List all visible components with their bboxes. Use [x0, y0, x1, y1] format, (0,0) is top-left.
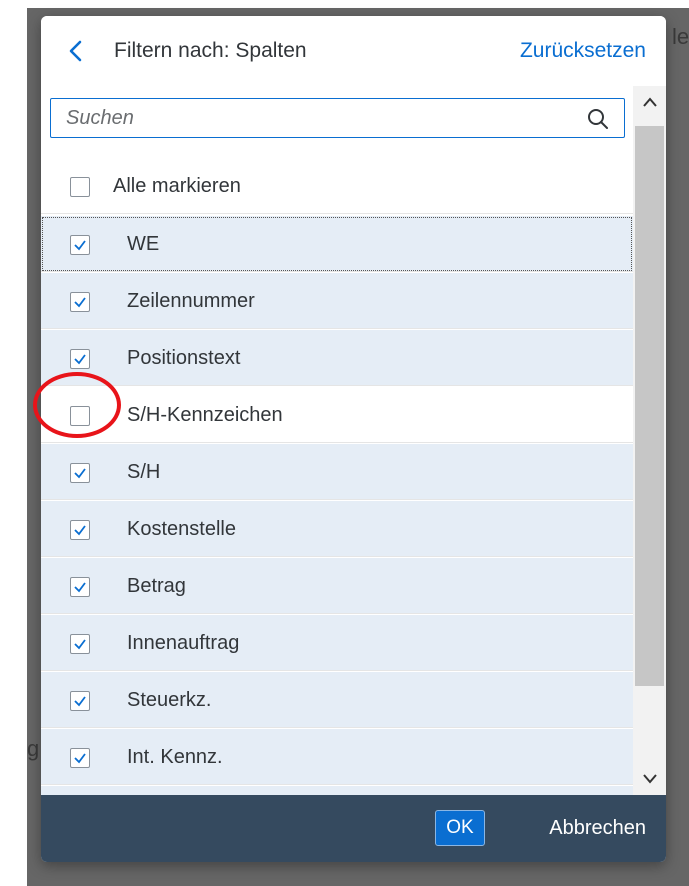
list-item[interactable]: WE: [41, 216, 633, 272]
item-checkbox[interactable]: [70, 349, 90, 369]
list-item[interactable]: Kostenstelle: [41, 501, 633, 557]
ok-button[interactable]: OK: [435, 810, 485, 846]
item-label: S/H: [127, 461, 161, 483]
item-label: Positionstext: [127, 347, 241, 369]
item-label: Innenauftrag: [127, 632, 240, 654]
item-checkbox[interactable]: [70, 406, 90, 426]
checkmark-icon: [74, 297, 86, 308]
item-label: Betrag: [127, 575, 186, 597]
checkmark-icon: [74, 753, 86, 764]
chevron-down-icon[interactable]: [641, 769, 659, 787]
search-icon[interactable]: [586, 107, 610, 131]
checkmark-icon: [74, 354, 86, 365]
select-all-label: Alle markieren: [113, 175, 241, 197]
background-text-fragment: g: [27, 736, 40, 761]
item-label: WE: [127, 233, 160, 255]
list-item[interactable]: Int. Kennz.: [41, 729, 633, 785]
list-item[interactable]: [41, 786, 633, 795]
chevron-left-icon: [69, 40, 82, 62]
select-all-item[interactable]: Alle markieren: [41, 158, 633, 214]
search-field: [50, 98, 625, 138]
list-item[interactable]: S/H: [41, 444, 633, 500]
item-checkbox[interactable]: [70, 292, 90, 312]
checkmark-icon: [74, 240, 86, 251]
chevron-up-icon[interactable]: [641, 94, 659, 112]
column-list: Alle markieren WE Zeilennummer Positions…: [41, 158, 633, 795]
checkmark-icon: [74, 468, 86, 479]
list-item[interactable]: Steuerkz.: [41, 672, 633, 728]
checkmark-icon: [74, 639, 86, 650]
item-label: Steuerkz.: [127, 689, 212, 711]
item-checkbox[interactable]: [70, 463, 90, 483]
item-checkbox[interactable]: [70, 520, 90, 540]
item-label: Zeilennummer: [127, 290, 255, 312]
checkmark-icon: [74, 525, 86, 536]
list-item[interactable]: Innenauftrag: [41, 615, 633, 671]
cancel-button[interactable]: Abbrechen: [549, 810, 646, 846]
item-label: S/H-Kennzeichen: [127, 404, 283, 426]
back-button[interactable]: [61, 36, 91, 66]
list-item[interactable]: Zeilennummer: [41, 273, 633, 329]
popover-title: Filtern nach: Spalten: [114, 39, 307, 62]
item-checkbox[interactable]: [70, 235, 90, 255]
item-checkbox[interactable]: [70, 691, 90, 711]
select-all-checkbox[interactable]: [70, 177, 90, 197]
reset-link[interactable]: Zurücksetzen: [520, 36, 646, 66]
list-scrollbar[interactable]: [633, 86, 666, 795]
checkmark-icon: [74, 696, 86, 707]
popover-footer: OK Abbrechen: [41, 795, 666, 862]
item-label: Kostenstelle: [127, 518, 236, 540]
checkmark-icon: [74, 582, 86, 593]
popover-header: Filtern nach: Spalten Zurücksetzen: [41, 16, 666, 86]
list-item[interactable]: Betrag: [41, 558, 633, 614]
item-checkbox[interactable]: [70, 634, 90, 654]
item-checkbox[interactable]: [70, 577, 90, 597]
item-label: Int. Kennz.: [127, 746, 223, 768]
background-text-fragment: le: [672, 24, 689, 49]
column-filter-popover: Filtern nach: Spalten Zurücksetzen Alle …: [41, 16, 666, 862]
list-item[interactable]: Positionstext: [41, 330, 633, 386]
search-input[interactable]: [51, 99, 576, 137]
list-item[interactable]: S/H-Kennzeichen: [41, 387, 633, 443]
item-checkbox[interactable]: [70, 748, 90, 768]
scrollbar-thumb[interactable]: [635, 126, 664, 686]
